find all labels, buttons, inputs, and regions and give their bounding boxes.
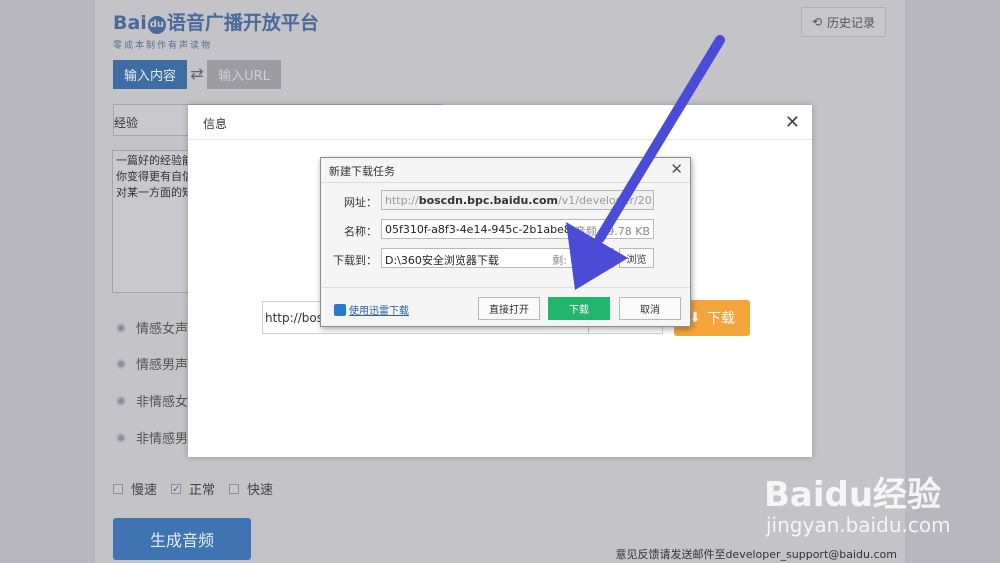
divider <box>321 182 690 183</box>
baidu-jingyan-watermark: Baidu经验 jingyan.baidu.com <box>760 455 995 550</box>
free-space: 剩: 427.21 <box>548 252 609 267</box>
new-download-task-dialog: 新建下载任务 ✕ 网址： http://boscdn.bpc.baidu.com… <box>320 157 691 327</box>
cancel-button[interactable]: 取消 <box>619 297 681 320</box>
radio-icon <box>116 358 126 369</box>
history-label: 历史记录 <box>827 15 876 30</box>
logo-paw-icon: du <box>147 16 166 34</box>
name-label: 名称： <box>344 225 377 238</box>
speed-fast[interactable]: 快速 <box>229 479 273 498</box>
filename-field[interactable]: 05f310f-a8f3-4e14-945c-2b1abe85bdfc 音频 4… <box>381 219 654 239</box>
generate-audio-button[interactable]: 生成音频 <box>113 518 251 560</box>
url-label: 网址： <box>344 196 377 209</box>
divider <box>188 139 812 140</box>
save-path-value: D:\360安全浏览器下载 <box>385 254 499 267</box>
tab-input-content[interactable]: 输入内容 <box>113 60 187 89</box>
logo-text-title: 语音广播开放平台 <box>166 12 319 34</box>
logo-text-bai: Bai <box>113 12 147 34</box>
clock-icon: ⟲ <box>811 15 823 29</box>
watermark-logo: Baidu经验 <box>764 475 942 515</box>
use-xunlei-link[interactable]: 使用迅雷下载 <box>334 302 409 317</box>
swap-icon: ⇄ <box>190 64 204 83</box>
browse-button[interactable]: 浏览 <box>619 248 654 268</box>
xunlei-icon <box>334 303 346 316</box>
voice-option-1[interactable]: 情感女声 <box>116 318 188 337</box>
watermark-url: jingyan.baidu.com <box>766 513 951 537</box>
checkbox-checked-icon: ✓ <box>171 483 182 495</box>
info-dialog-title: 信息 <box>203 117 228 131</box>
close-icon[interactable]: ✕ <box>670 160 683 178</box>
logo-slogan: 零成本制作有声读物 <box>113 41 213 51</box>
speed-normal[interactable]: ✓ 正常 <box>171 479 215 498</box>
download-button[interactable]: 下载 <box>548 297 610 320</box>
speed-slow[interactable]: 慢速 <box>113 479 157 498</box>
radio-icon <box>116 322 126 333</box>
close-icon[interactable]: ✕ <box>785 112 800 133</box>
task-dialog-title: 新建下载任务 <box>329 165 395 178</box>
history-button[interactable]: ⟲ 历史记录 <box>801 7 886 37</box>
filename-value: 05f310f-a8f3-4e14-945c-2b1abe85bdfc <box>385 223 602 236</box>
url-field[interactable]: http://boscdn.bpc.baidu.com/v1/developer… <box>381 190 654 210</box>
voice-option-4[interactable]: 非情感男 <box>116 428 188 447</box>
radio-icon <box>116 395 126 406</box>
open-directly-button[interactable]: 直接打开 <box>478 297 540 320</box>
radio-icon <box>116 432 126 443</box>
checkbox-icon <box>113 483 123 494</box>
file-size: 音频 49.78 KB <box>570 223 650 238</box>
voice-option-3[interactable]: 非情感女 <box>116 391 188 410</box>
save-path-field[interactable]: D:\360安全浏览器下载 剩: 427.21 <box>381 248 614 268</box>
save-to-label: 下载到： <box>333 254 377 267</box>
checkbox-icon <box>229 483 240 494</box>
speed-options: 慢速 ✓ 正常 快速 <box>113 479 273 498</box>
tab-input-url[interactable]: 输入URL <box>207 60 281 89</box>
divider <box>321 287 690 288</box>
voice-option-2[interactable]: 情感男声 <box>116 354 188 373</box>
title-value: 经验 <box>114 116 139 130</box>
baidu-voice-logo: Bai du 语音广播开放平台 零成本制作有声读物 <box>113 6 319 51</box>
